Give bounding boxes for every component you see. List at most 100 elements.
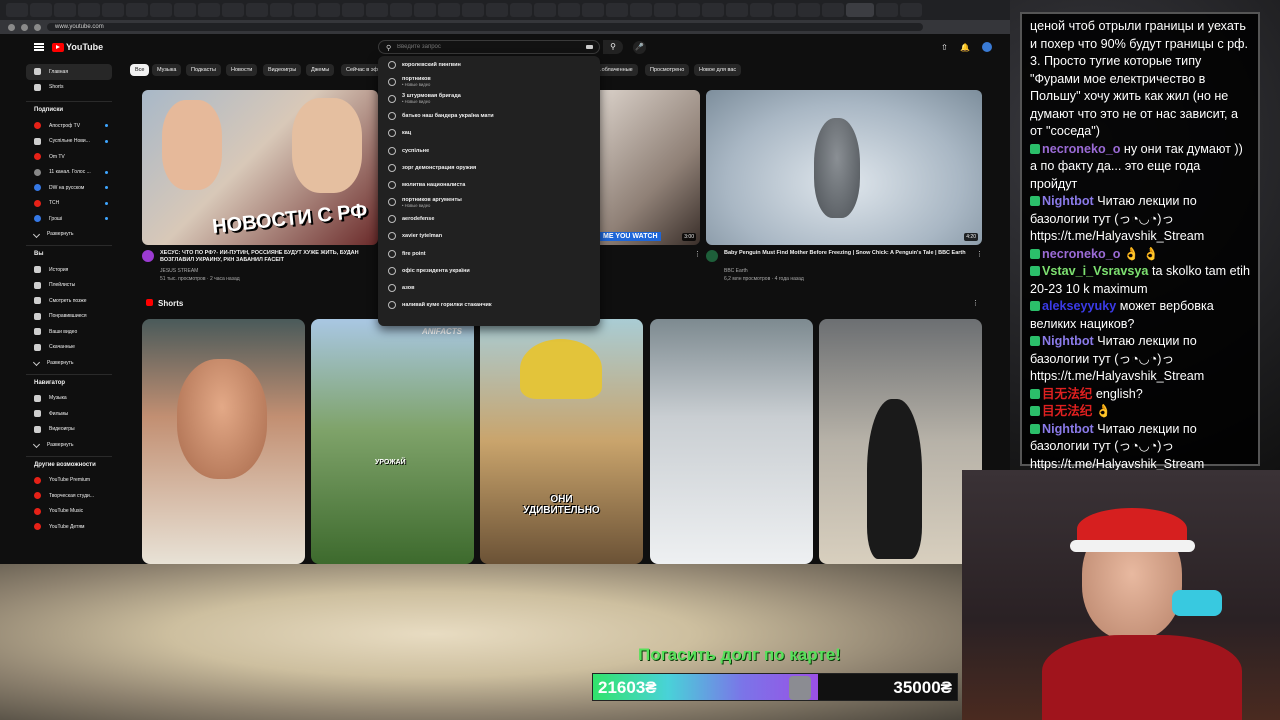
bell-icon[interactable]: 🔔	[960, 43, 970, 52]
browser-tab[interactable]	[126, 3, 148, 17]
browser-tab[interactable]	[150, 3, 172, 17]
browser-tab[interactable]	[270, 3, 292, 17]
chat-username[interactable]: Vstav_i_Vsravsya	[1042, 264, 1148, 278]
video-title[interactable]: ХЕСУС: ЧТО ПО РФ?- ИИ-ПУТИН, РОССИЯНЕ БУ…	[160, 250, 378, 264]
browser-tab[interactable]	[876, 3, 898, 17]
chat-username[interactable]: 目无法纪	[1042, 404, 1092, 418]
video-thumbnail[interactable]: ME YOU WATCH 3:00	[600, 90, 700, 245]
channel-name[interactable]: BBC Earth	[724, 268, 748, 274]
browser-tab[interactable]	[726, 3, 748, 17]
expand-you[interactable]: Развернуть	[26, 355, 112, 371]
subscription-item[interactable]: Om TV	[26, 149, 112, 165]
browser-tab[interactable]	[342, 3, 364, 17]
subscriptions-heading[interactable]: Подписки	[26, 101, 112, 118]
sidebar-item-downloads[interactable]: Скачанные	[26, 340, 112, 356]
search-suggestion[interactable]: aerodefense	[378, 211, 600, 228]
subscription-item[interactable]: ТСН	[26, 196, 112, 212]
browser-tab[interactable]	[774, 3, 796, 17]
search-suggestion[interactable]: зорг демонстрация оружия	[378, 159, 600, 176]
chip-watched[interactable]: Просмотрено	[645, 64, 690, 76]
sidebar-item-liked[interactable]: Понравившиеся	[26, 309, 112, 325]
chat-username[interactable]: Nightbot	[1042, 334, 1094, 348]
channel-avatar[interactable]	[142, 250, 154, 262]
sidebar-item-shorts[interactable]: Shorts	[26, 80, 112, 96]
browser-tab[interactable]	[822, 3, 844, 17]
reload-icon[interactable]	[34, 23, 41, 31]
short-card[interactable]	[819, 319, 982, 564]
chip-gaming[interactable]: Видеоигры	[263, 64, 302, 76]
subscription-item[interactable]: Апостроф TV	[26, 118, 112, 134]
browser-tab[interactable]	[486, 3, 508, 17]
avatar[interactable]	[982, 42, 992, 52]
search-box[interactable]: ⚲	[378, 40, 600, 54]
expand-subscriptions[interactable]: Развернуть	[26, 227, 112, 243]
chip-music[interactable]: Музыка	[152, 64, 182, 76]
chat-username[interactable]: Nightbot	[1042, 194, 1094, 208]
subscription-item[interactable]: Суспільне Нови...	[26, 134, 112, 150]
sidebar-item-playlists[interactable]: Плейлисты	[26, 278, 112, 294]
sidebar-item-your-videos[interactable]: Ваши видео	[26, 324, 112, 340]
browser-tab[interactable]	[510, 3, 532, 17]
browser-tab[interactable]	[630, 3, 652, 17]
browser-tab[interactable]	[78, 3, 100, 17]
search-button[interactable]: ⚲	[603, 40, 623, 54]
you-heading[interactable]: Вы	[26, 245, 112, 262]
chip-all[interactable]: Все	[130, 64, 150, 76]
browser-tab[interactable]	[318, 3, 340, 17]
search-suggestion[interactable]: fire point	[378, 245, 600, 262]
sidebar-item-watch-later[interactable]: Смотреть позже	[26, 293, 112, 309]
sidebar-item-music[interactable]: Музыка	[26, 391, 112, 407]
chip-news[interactable]: Новости	[226, 64, 258, 76]
chip-jams[interactable]: Джемы	[306, 64, 335, 76]
search-suggestion[interactable]: офіс президента україни	[378, 262, 600, 279]
search-suggestion[interactable]: батько наш бандера україна мати	[378, 108, 600, 125]
browser-tab[interactable]	[846, 3, 874, 17]
search-suggestion[interactable]: молитва националиста	[378, 176, 600, 193]
search-suggestion[interactable]: кац	[378, 125, 600, 142]
chip-podcasts[interactable]: Подкасты	[186, 64, 221, 76]
video-thumbnail[interactable]: НОВОСТИ С РФ	[142, 90, 378, 245]
chat-username[interactable]: alekseyyuky	[1042, 299, 1116, 313]
browser-tab[interactable]	[102, 3, 124, 17]
search-suggestion[interactable]: 3 штурмовая бригада • Новые видео	[378, 90, 600, 107]
browser-tab[interactable]	[222, 3, 244, 17]
voice-search-icon[interactable]: 🎤	[633, 41, 646, 54]
subscription-item[interactable]: DW на русском	[26, 180, 112, 196]
browser-tab[interactable]	[174, 3, 196, 17]
short-card[interactable]: ANIFACTS УРОЖАЙ	[311, 319, 474, 564]
sidebar-item-studio[interactable]: Творческая студи...	[26, 488, 112, 504]
browser-tab[interactable]	[582, 3, 604, 17]
search-suggestion[interactable]: азов	[378, 279, 600, 296]
video-thumbnail[interactable]: 4:20	[706, 90, 982, 245]
browser-tab-strip[interactable]	[0, 0, 1010, 20]
channel-avatar[interactable]	[706, 250, 718, 262]
browser-tab[interactable]	[54, 3, 76, 17]
browser-address-bar[interactable]: www.youtube.com	[0, 20, 1010, 34]
browser-tab[interactable]	[534, 3, 556, 17]
browser-tab[interactable]	[558, 3, 580, 17]
chat-username[interactable]: Nightbot	[1042, 422, 1094, 436]
sidebar-item-kids[interactable]: YouTube Детям	[26, 519, 112, 535]
browser-tab[interactable]	[414, 3, 436, 17]
search-suggestion[interactable]: портников • Новые видео	[378, 73, 600, 90]
browser-tab[interactable]	[702, 3, 724, 17]
browser-tab[interactable]	[30, 3, 52, 17]
channel-name[interactable]: JESUS STREAM	[160, 268, 198, 274]
back-icon[interactable]	[8, 23, 15, 31]
search-suggestion[interactable]: королевский пингвин	[378, 56, 600, 73]
browser-tab[interactable]	[6, 3, 28, 17]
browser-tab[interactable]	[462, 3, 484, 17]
chip-new-for-you[interactable]: Новое для вас	[694, 64, 742, 76]
more-options-icon[interactable]: ⋮	[694, 250, 701, 258]
browser-tab[interactable]	[678, 3, 700, 17]
search-suggestion[interactable]: xavier tytelman	[378, 228, 600, 245]
sidebar-item-premium[interactable]: YouTube Premium	[26, 473, 112, 489]
url-field[interactable]: www.youtube.com	[47, 23, 923, 31]
chat-username[interactable]: necroneko_o	[1042, 247, 1120, 261]
menu-icon[interactable]	[34, 43, 44, 51]
forward-icon[interactable]	[21, 23, 28, 31]
sidebar-item-movies[interactable]: Фильмы	[26, 406, 112, 422]
search-suggestion[interactable]: портников аргументы • Новые видео	[378, 194, 600, 211]
youtube-logo[interactable]: YouTube	[52, 42, 103, 52]
browser-tab[interactable]	[750, 3, 772, 17]
